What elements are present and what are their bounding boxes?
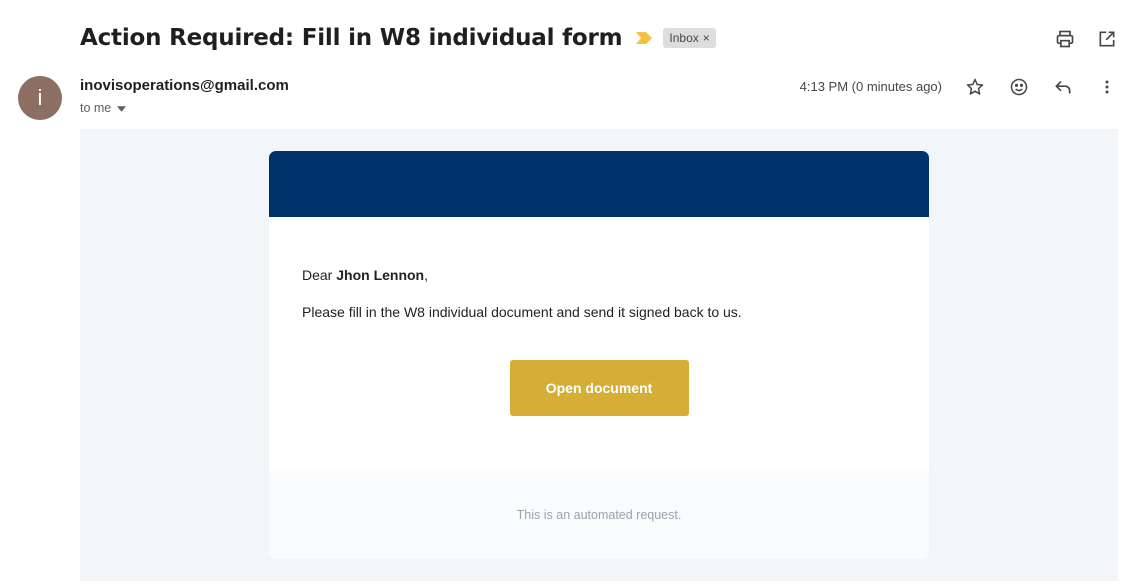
- remove-label-icon[interactable]: ×: [703, 31, 710, 45]
- caret-down-icon[interactable]: [117, 101, 127, 115]
- footer-note: This is an automated request.: [516, 508, 682, 522]
- thread-actions: [1054, 28, 1118, 50]
- sender-email: inovisoperations@gmail.com: [80, 77, 289, 94]
- message-body: Please fill in the W8 individual documen…: [302, 304, 742, 320]
- cta-wrapper: Open document: [302, 360, 896, 416]
- subject-row: Action Required: Fill in W8 individual f…: [80, 20, 716, 56]
- recipient-label: to me: [80, 101, 112, 115]
- star-icon[interactable]: [964, 76, 986, 98]
- greeting: Dear Jhon Lennon,: [302, 267, 896, 283]
- greeting-suffix: ,: [424, 267, 429, 283]
- reply-icon[interactable]: [1052, 76, 1074, 98]
- recipient-name: Jhon Lennon: [336, 267, 425, 283]
- greeting-prefix: Dear: [302, 267, 337, 283]
- emoji-icon[interactable]: [1008, 76, 1030, 98]
- email-body: Dear Jhon Lennon, Please fill in the W8 …: [80, 129, 1118, 581]
- email-view: Action Required: Fill in W8 individual f…: [0, 0, 1140, 586]
- message-actions: [964, 76, 1118, 98]
- print-icon[interactable]: [1054, 28, 1076, 50]
- label-text: Inbox: [669, 31, 699, 45]
- message-card: Dear Jhon Lennon, Please fill in the W8 …: [269, 151, 929, 559]
- avatar[interactable]: i: [18, 76, 62, 120]
- more-vert-icon[interactable]: [1096, 76, 1118, 98]
- card-footer: This is an automated request.: [269, 471, 929, 559]
- timestamp: 4:13 PM (0 minutes ago): [799, 79, 942, 94]
- open-document-button[interactable]: Open document: [509, 360, 689, 416]
- card-header-banner: [269, 151, 929, 217]
- email-subject: Action Required: Fill in W8 individual f…: [80, 25, 623, 51]
- card-content: Dear Jhon Lennon, Please fill in the W8 …: [269, 217, 929, 416]
- importance-marker-icon[interactable]: [636, 32, 653, 44]
- open-in-new-icon[interactable]: [1096, 28, 1118, 50]
- recipient-details[interactable]: to me: [80, 101, 127, 115]
- inbox-label-chip[interactable]: Inbox ×: [663, 28, 716, 48]
